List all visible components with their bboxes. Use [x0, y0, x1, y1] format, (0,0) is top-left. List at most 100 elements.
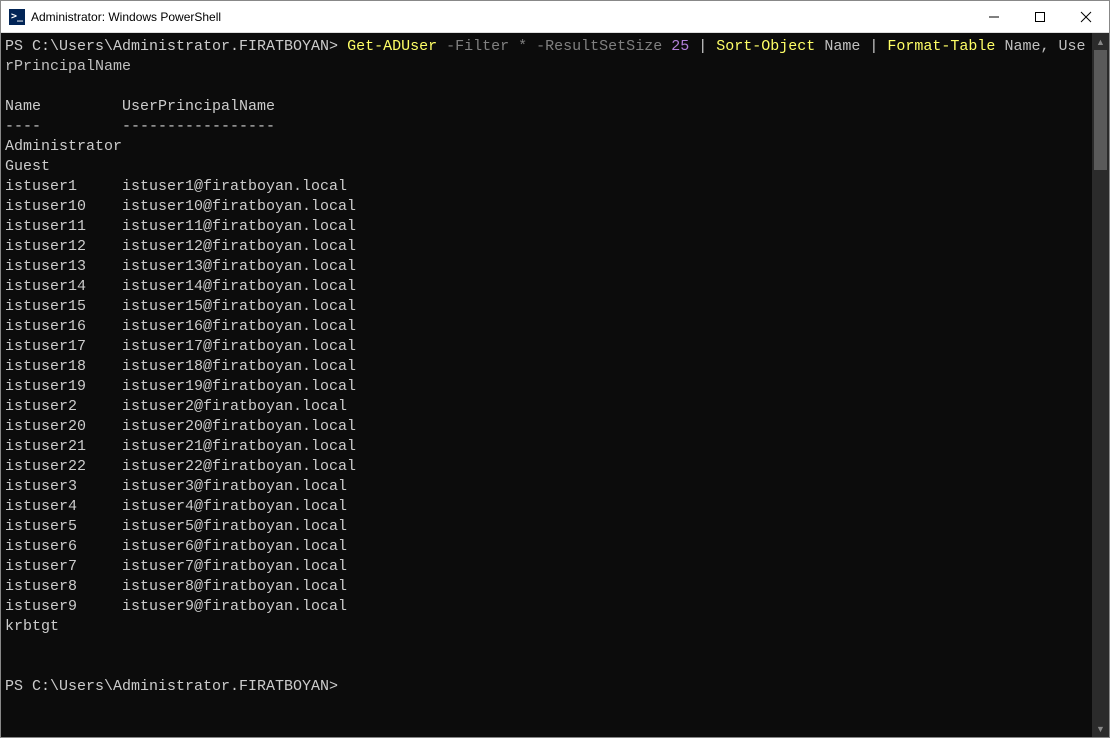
cell-name: istuser15 — [5, 297, 122, 317]
cell-upn: istuser3@firatboyan.local — [122, 477, 347, 497]
table-row: istuser20istuser20@firatboyan.local — [5, 417, 1092, 437]
table-row: istuser16istuser16@firatboyan.local — [5, 317, 1092, 337]
prompt-path: PS C:\Users\Administrator.FIRATBOYAN> — [5, 38, 338, 55]
cell-name: Guest — [5, 157, 122, 177]
table-row: istuser1istuser1@firatboyan.local — [5, 177, 1092, 197]
cell-name: istuser16 — [5, 317, 122, 337]
param-resultsetsize-value: 25 — [671, 38, 689, 55]
cell-name: istuser22 — [5, 457, 122, 477]
cell-upn: istuser21@firatboyan.local — [122, 437, 356, 457]
table-row: istuser17istuser17@firatboyan.local — [5, 337, 1092, 357]
header-name: Name — [5, 97, 122, 117]
cell-upn: istuser16@firatboyan.local — [122, 317, 356, 337]
cell-upn: istuser18@firatboyan.local — [122, 357, 356, 377]
table-row: istuser4istuser4@firatboyan.local — [5, 497, 1092, 517]
cell-name: istuser3 — [5, 477, 122, 497]
vertical-scrollbar[interactable]: ▲ ▼ — [1092, 33, 1109, 737]
ft-arg-upn-part2: rPrincipalName — [5, 58, 131, 75]
table-row: istuser8istuser8@firatboyan.local — [5, 577, 1092, 597]
cell-upn: istuser13@firatboyan.local — [122, 257, 356, 277]
cell-upn: istuser9@firatboyan.local — [122, 597, 347, 617]
prompt-path-2: PS C:\Users\Administrator.FIRATBOYAN> — [5, 678, 338, 695]
table-row: istuser2istuser2@firatboyan.local — [5, 397, 1092, 417]
terminal-output[interactable]: PS C:\Users\Administrator.FIRATBOYAN> Ge… — [1, 33, 1092, 737]
cell-name: istuser11 — [5, 217, 122, 237]
cell-upn: istuser10@firatboyan.local — [122, 197, 356, 217]
cell-name: istuser18 — [5, 357, 122, 377]
param-filter-value: * — [518, 38, 527, 55]
maximize-icon — [1035, 12, 1045, 22]
ft-arg-name: Name, — [1004, 38, 1049, 55]
cell-name: istuser12 — [5, 237, 122, 257]
scroll-up-arrow-icon[interactable]: ▲ — [1092, 33, 1109, 50]
cell-upn: istuser7@firatboyan.local — [122, 557, 347, 577]
cell-upn: istuser8@firatboyan.local — [122, 577, 347, 597]
table-row: istuser13istuser13@firatboyan.local — [5, 257, 1092, 277]
ft-arg-upn-part1: Use — [1058, 38, 1085, 55]
cell-upn: istuser15@firatboyan.local — [122, 297, 356, 317]
cell-name: istuser4 — [5, 497, 122, 517]
cell-name: istuser9 — [5, 597, 122, 617]
cell-upn: istuser11@firatboyan.local — [122, 217, 356, 237]
table-row: istuser19istuser19@firatboyan.local — [5, 377, 1092, 397]
cmd-get-aduser: Get-ADUser — [347, 38, 437, 55]
cell-name: istuser6 — [5, 537, 122, 557]
cmd-sort-object: Sort-Object — [716, 38, 815, 55]
table-row: istuser22istuser22@firatboyan.local — [5, 457, 1092, 477]
table-row: istuser5istuser5@firatboyan.local — [5, 517, 1092, 537]
cell-name: istuser1 — [5, 177, 122, 197]
table-row: istuser21istuser21@firatboyan.local — [5, 437, 1092, 457]
cell-name: istuser17 — [5, 337, 122, 357]
maximize-button[interactable] — [1017, 1, 1063, 33]
cell-name: Administrator — [5, 137, 122, 157]
table-row: istuser12istuser12@firatboyan.local — [5, 237, 1092, 257]
minimize-button[interactable] — [971, 1, 1017, 33]
table-row: istuser10istuser10@firatboyan.local — [5, 197, 1092, 217]
scroll-thumb[interactable] — [1094, 50, 1107, 170]
cell-upn: istuser5@firatboyan.local — [122, 517, 347, 537]
cell-upn: istuser6@firatboyan.local — [122, 537, 347, 557]
cell-upn: istuser2@firatboyan.local — [122, 397, 347, 417]
cell-name: istuser7 — [5, 557, 122, 577]
cell-name: istuser19 — [5, 377, 122, 397]
param-filter: -Filter — [446, 38, 509, 55]
table-row: istuser14istuser14@firatboyan.local — [5, 277, 1092, 297]
table-row: istuser7istuser7@firatboyan.local — [5, 557, 1092, 577]
cell-upn: istuser12@firatboyan.local — [122, 237, 356, 257]
pipe-1: | — [698, 38, 707, 55]
table-row: Administrator — [5, 137, 1092, 157]
table-row: istuser18istuser18@firatboyan.local — [5, 357, 1092, 377]
close-button[interactable] — [1063, 1, 1109, 33]
window-titlebar[interactable]: >_ Administrator: Windows PowerShell — [1, 1, 1109, 33]
param-resultsetsize: -ResultSetSize — [536, 38, 662, 55]
cell-upn: istuser22@firatboyan.local — [122, 457, 356, 477]
table-row: krbtgt — [5, 617, 1092, 637]
cell-upn: istuser14@firatboyan.local — [122, 277, 356, 297]
cell-upn: istuser19@firatboyan.local — [122, 377, 356, 397]
cell-name: istuser21 — [5, 437, 122, 457]
scroll-down-arrow-icon[interactable]: ▼ — [1092, 720, 1109, 737]
cell-upn: istuser1@firatboyan.local — [122, 177, 347, 197]
cell-upn: istuser4@firatboyan.local — [122, 497, 347, 517]
cell-name: istuser8 — [5, 577, 122, 597]
sort-arg: Name — [824, 38, 860, 55]
cell-name: istuser13 — [5, 257, 122, 277]
cell-name: istuser5 — [5, 517, 122, 537]
table-row: istuser9istuser9@firatboyan.local — [5, 597, 1092, 617]
cell-upn: istuser20@firatboyan.local — [122, 417, 356, 437]
header-upn-underline: ----------------- — [122, 117, 275, 137]
window-title: Administrator: Windows PowerShell — [31, 10, 221, 24]
cell-upn: istuser17@firatboyan.local — [122, 337, 356, 357]
cell-name: istuser14 — [5, 277, 122, 297]
table-row: istuser11istuser11@firatboyan.local — [5, 217, 1092, 237]
header-upn: UserPrincipalName — [122, 97, 275, 117]
powershell-icon: >_ — [9, 9, 25, 25]
cell-name: istuser20 — [5, 417, 122, 437]
cell-name: krbtgt — [5, 617, 122, 637]
pipe-2: | — [869, 38, 878, 55]
table-row: istuser3istuser3@firatboyan.local — [5, 477, 1092, 497]
header-name-underline: ---- — [5, 117, 122, 137]
cmd-format-table: Format-Table — [887, 38, 995, 55]
close-icon — [1080, 11, 1092, 23]
table-row: istuser15istuser15@firatboyan.local — [5, 297, 1092, 317]
